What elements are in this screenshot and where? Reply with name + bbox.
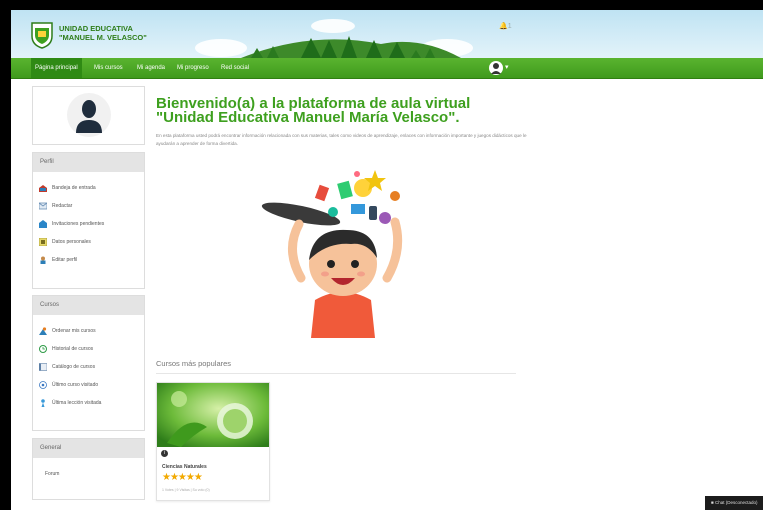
inbox-icon xyxy=(39,185,47,192)
nav-mis-cursos[interactable]: Mis cursos xyxy=(90,58,127,78)
cursos-panel-title: Cursos xyxy=(33,296,144,315)
sidebar-item-ultima-leccion-visitada[interactable]: Última lección visitada xyxy=(39,398,101,408)
rating-stars[interactable]: ★★★★★ xyxy=(162,473,203,483)
sidebar-item-label: Último curso visitado xyxy=(52,382,99,388)
user-menu-caret-icon[interactable]: ▾ xyxy=(505,58,509,78)
notification-count: 1 xyxy=(507,23,512,30)
sidebar-item-label: Forum xyxy=(45,471,60,477)
sidebar-item-label: Ordenar mis cursos xyxy=(52,328,96,334)
compose-icon xyxy=(39,202,47,210)
sidebar-item-datos-personales[interactable]: Datos personales xyxy=(39,237,91,247)
perfil-panel-title: Perfil xyxy=(33,153,144,172)
catalog-icon xyxy=(39,363,47,371)
welcome-heading: Bienvenido(a) a la plataforma de aula vi… xyxy=(156,96,470,126)
intro-text: En esta plataforma usted podrá encontrar… xyxy=(156,133,527,146)
profile-avatar[interactable] xyxy=(67,93,111,137)
school-logo[interactable] xyxy=(27,20,57,50)
kid-illustration xyxy=(261,170,403,338)
school-name-line1: UNIDAD EDUCATIVA xyxy=(59,24,133,33)
sidebar-item-label: Historial de cursos xyxy=(52,346,94,352)
invitations-icon xyxy=(39,220,47,228)
nav-red-social[interactable]: Red social xyxy=(217,58,253,78)
main-nav: Página principal Mis cursos Mi agenda Mi… xyxy=(11,58,763,79)
sidebar-item-ultimo-curso-visitado[interactable]: Último curso visitado xyxy=(39,380,98,390)
general-panel-title: General xyxy=(33,439,144,458)
browser-page: UNIDAD EDUCATIVA "MANUEL M. VELASCO" 🔔 1 … xyxy=(11,10,763,510)
sidebar-item-label: Bandeja de entrada xyxy=(52,185,96,191)
last-lesson-icon xyxy=(41,399,45,407)
sidebar-item-label: Datos personales xyxy=(52,239,91,245)
general-panel: General Forum xyxy=(32,438,145,500)
section-divider xyxy=(156,373,516,374)
school-name: UNIDAD EDUCATIVA "MANUEL M. VELASCO" xyxy=(59,24,147,42)
sidebar-item-ordenar-mis-cursos[interactable]: Ordenar mis cursos xyxy=(39,326,96,336)
edit-profile-icon xyxy=(40,256,46,264)
popular-courses-title: Cursos más populares xyxy=(156,359,232,368)
info-icon[interactable]: i xyxy=(161,450,168,457)
course-thumbnail[interactable] xyxy=(157,383,269,447)
sidebar-item-label: Catálogo de cursos xyxy=(52,364,96,370)
sidebar-item-editar-perfil[interactable]: Editar perfil xyxy=(39,255,77,265)
history-icon xyxy=(39,345,47,353)
course-title[interactable]: Ciencias Naturales xyxy=(162,464,207,470)
sidebar-item-bandeja-de-entrada[interactable]: Bandeja de entrada xyxy=(39,183,96,193)
sidebar-item-redactar[interactable]: Redactar xyxy=(39,201,72,211)
nav-mi-progreso[interactable]: Mi progreso xyxy=(173,58,213,78)
sort-courses-icon xyxy=(39,327,47,335)
sidebar-item-invitaciones-pendientes[interactable]: Invitaciones pendientes xyxy=(39,219,104,229)
course-card[interactable]: i Ciencias Naturales ★★★★★ 1 Votes | 9 V… xyxy=(156,382,270,501)
user-silhouette-icon xyxy=(76,100,102,133)
header-banner: UNIDAD EDUCATIVA "MANUEL M. VELASCO" 🔔1 xyxy=(11,10,763,58)
personal-data-icon xyxy=(39,238,47,246)
user-avatar-icon[interactable] xyxy=(489,61,503,75)
notification-indicator[interactable]: 🔔1 xyxy=(499,22,512,30)
welcome-line-2: "Unidad Educativa Manuel María Velasco". xyxy=(156,109,460,126)
bell-icon: 🔔 xyxy=(499,23,508,30)
sidebar-item-forum[interactable]: Forum xyxy=(45,469,59,479)
chat-button[interactable]: ■ Chat (Desconectado) xyxy=(705,496,763,510)
sidebar-item-label: Redactar xyxy=(52,203,73,209)
nav-pagina-principal[interactable]: Página principal xyxy=(31,58,82,78)
course-meta: 1 Votes | 9 Visitas | Su voto (0) xyxy=(162,488,210,492)
sidebar-item-catalogo-de-cursos[interactable]: Catálogo de cursos xyxy=(39,362,95,372)
school-name-line2: "MANUEL M. VELASCO" xyxy=(59,33,147,42)
perfil-panel: Perfil Bandeja de entrada Redactar Invit… xyxy=(32,152,145,289)
profile-picture-box xyxy=(32,86,145,145)
sidebar-item-historial-de-cursos[interactable]: Historial de cursos xyxy=(39,344,93,354)
sidebar-item-label: Invitaciones pendientes xyxy=(52,221,105,227)
last-course-icon xyxy=(39,381,47,389)
cursos-panel: Cursos Ordenar mis cursos Historial de c… xyxy=(32,295,145,431)
sidebar-item-label: Editar perfil xyxy=(52,257,78,263)
sidebar-item-label: Última lección visitada xyxy=(52,400,102,406)
nav-mi-agenda[interactable]: Mi agenda xyxy=(133,58,169,78)
chat-label: Chat (Desconectado) xyxy=(714,500,758,505)
